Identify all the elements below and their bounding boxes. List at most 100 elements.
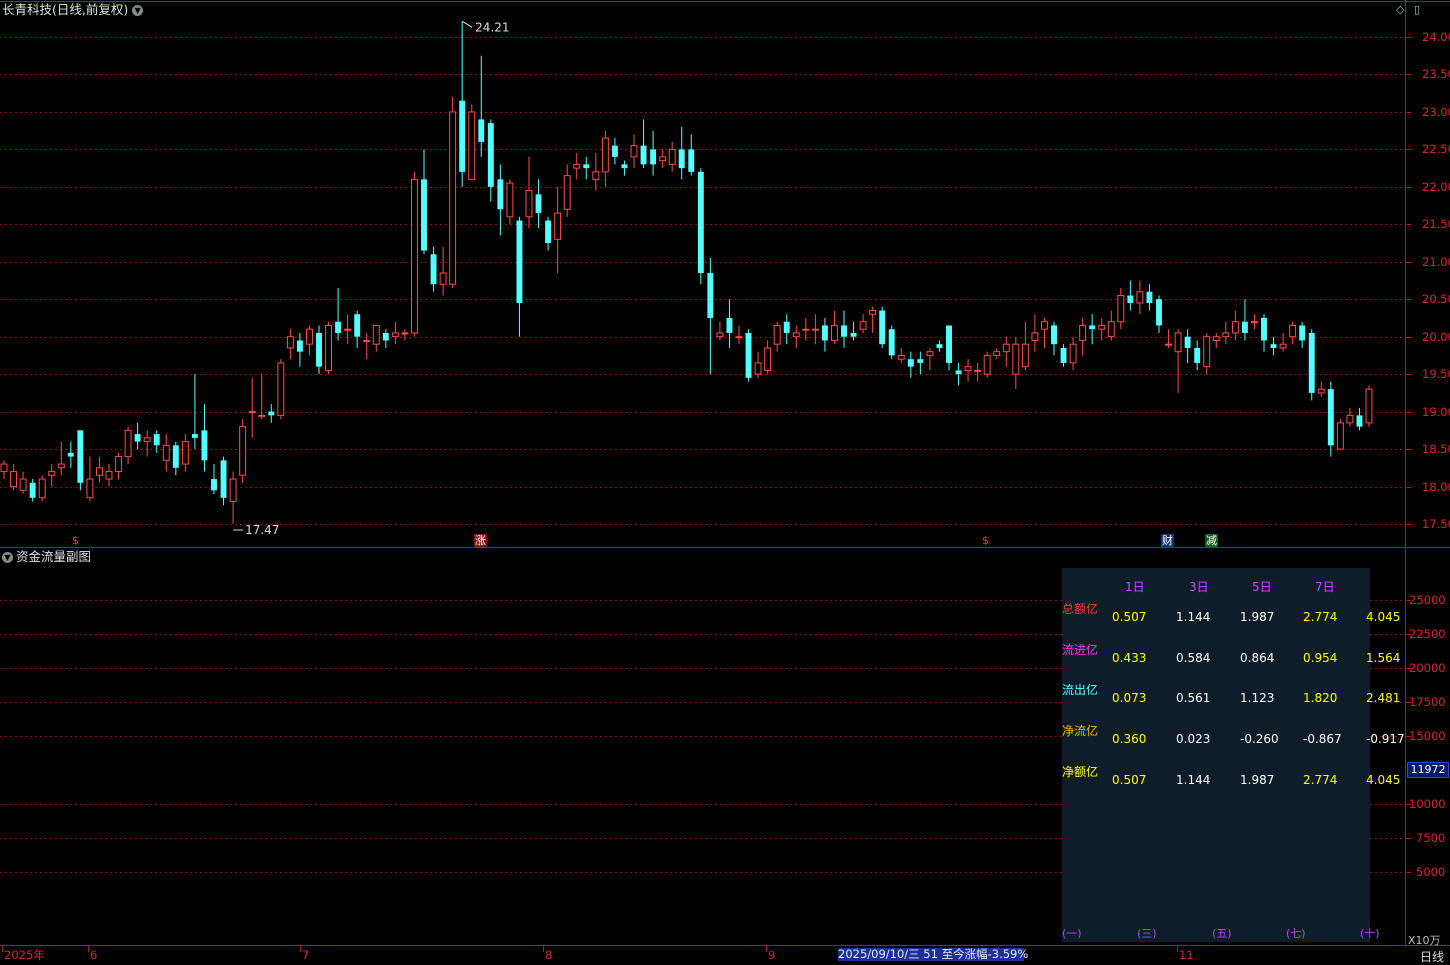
candle xyxy=(468,104,476,180)
candle-body xyxy=(401,332,409,335)
period-label[interactable]: 日线 xyxy=(1420,948,1444,965)
chevron-down-icon[interactable]: ▼ xyxy=(2,552,13,563)
candle xyxy=(869,306,877,333)
candle-body xyxy=(955,370,962,375)
candle-body xyxy=(220,460,227,498)
candle-body xyxy=(77,430,84,483)
flow-value: 0.073 xyxy=(1112,691,1147,706)
flow-row-label: 流进亿 xyxy=(1062,642,1099,657)
price-tick-label: 24.00 xyxy=(1422,30,1450,44)
price-tick-label: 23.00 xyxy=(1422,104,1450,119)
flow-value: 0.561 xyxy=(1176,691,1211,706)
candle-body xyxy=(124,429,132,458)
x-tick-label: 6 xyxy=(90,948,97,961)
candle-series xyxy=(0,21,1373,524)
candle-body xyxy=(745,332,752,378)
candle xyxy=(621,160,628,176)
candle-body xyxy=(286,336,294,349)
diamond-icon[interactable]: ◇ xyxy=(1396,3,1404,16)
candle-body xyxy=(1136,291,1144,304)
window-controls: ◇ ▯ xyxy=(1390,3,1420,16)
chevron-down-icon[interactable]: ▼ xyxy=(132,5,144,16)
candle xyxy=(239,419,247,483)
candle xyxy=(668,141,676,172)
candle xyxy=(783,314,790,345)
flow-value: 1.987 xyxy=(1240,610,1275,624)
candle-body xyxy=(783,321,790,333)
candle xyxy=(907,351,914,378)
candle-body xyxy=(1336,422,1344,450)
candle-body xyxy=(325,324,333,371)
candle xyxy=(1336,419,1344,450)
x-tick-label: 2025年 xyxy=(4,948,45,961)
subchart-tick-label: 5000 xyxy=(1416,865,1446,879)
candle-body xyxy=(697,171,704,274)
candle xyxy=(659,149,667,169)
candle-body xyxy=(773,324,781,345)
candle-body xyxy=(1289,324,1297,338)
candle-body xyxy=(545,220,552,244)
candle xyxy=(1317,381,1325,397)
candle-body xyxy=(487,123,494,187)
candle-body xyxy=(1021,343,1029,368)
candle xyxy=(67,441,74,468)
candle xyxy=(1184,329,1191,363)
candle-body xyxy=(563,175,571,210)
subchart-tick-label: 20000 xyxy=(1409,661,1446,675)
candle-body xyxy=(1222,332,1230,338)
candle-body xyxy=(239,426,247,476)
subchart-tick-label: 10000 xyxy=(1409,797,1446,811)
status-bar: 2025/09/10/三 51 至今涨幅-3.59% xyxy=(838,947,1029,961)
price-tick-label: 23.50 xyxy=(1422,67,1450,82)
candle xyxy=(134,422,141,450)
price-tick-label: 18.00 xyxy=(1422,479,1450,494)
candle xyxy=(1250,314,1258,330)
candle-body xyxy=(162,444,170,461)
subchart-tick-label: 15000 xyxy=(1409,729,1446,743)
candle-body xyxy=(382,332,389,341)
candle xyxy=(792,325,800,348)
candle-body xyxy=(1079,324,1087,341)
candle xyxy=(1346,407,1354,427)
candle xyxy=(1012,336,1020,390)
candle xyxy=(926,347,934,371)
candle xyxy=(773,321,781,352)
candle xyxy=(707,258,714,375)
candle-body xyxy=(1012,343,1020,375)
window-icon[interactable]: ▯ xyxy=(1414,3,1420,16)
price-tick-label: 22.00 xyxy=(1422,179,1450,194)
candle-body xyxy=(1317,388,1325,394)
subchart-title[interactable]: ▼ 资金流量副图 xyxy=(2,550,91,564)
candle xyxy=(955,362,962,386)
flow-header: 3日 xyxy=(1189,580,1209,594)
candle xyxy=(153,430,160,453)
chart-title[interactable]: 长青科技(日线,前复权) ▼ xyxy=(2,3,144,17)
candle xyxy=(936,340,943,352)
candle-body xyxy=(869,309,877,315)
flow-group-label: (五) xyxy=(1212,927,1232,940)
flow-header: 1日 xyxy=(1125,580,1145,594)
candle xyxy=(688,134,695,176)
candle-body xyxy=(305,328,313,345)
candle-body xyxy=(1184,336,1191,348)
subchart-tick-label: 25000 xyxy=(1409,593,1446,607)
candle-body xyxy=(850,332,857,337)
candle-body xyxy=(926,351,934,356)
candle xyxy=(316,325,322,375)
flow-value: 2.774 xyxy=(1303,610,1338,624)
price-annotations: 24.21 17.47 xyxy=(233,20,510,537)
candle xyxy=(86,456,94,502)
candle-body xyxy=(1194,347,1201,363)
candle xyxy=(430,246,437,292)
candle xyxy=(601,130,609,187)
flow-value: 0.023 xyxy=(1176,732,1211,747)
candle-body xyxy=(630,145,638,158)
candle xyxy=(459,21,466,187)
flow-row-label: 总额亿 xyxy=(1062,602,1099,616)
candle-body xyxy=(449,111,457,285)
high-label: 24.21 xyxy=(475,20,509,34)
flow-value: 1.987 xyxy=(1240,772,1275,787)
event-marker: 财 xyxy=(1161,534,1174,547)
subchart-tick-label: 22500 xyxy=(1409,627,1446,641)
candle xyxy=(506,179,514,225)
